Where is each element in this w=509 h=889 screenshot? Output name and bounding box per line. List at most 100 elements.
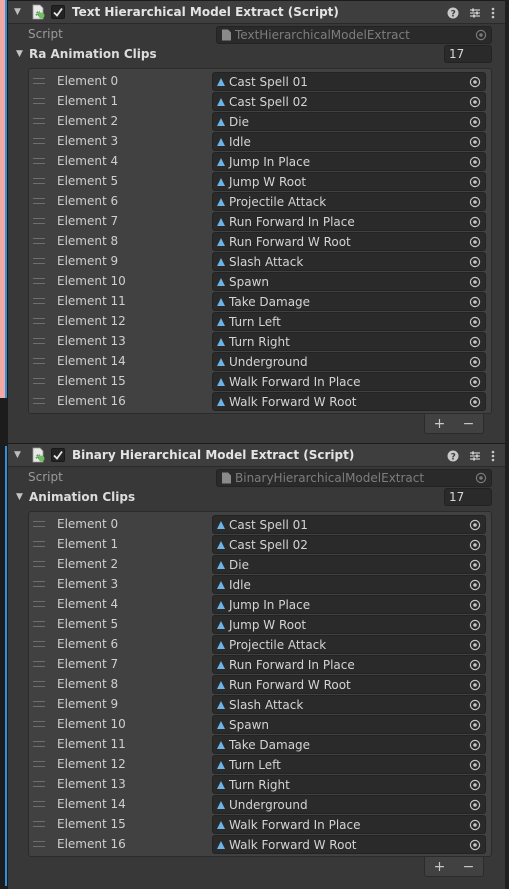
animation-clip-field[interactable]: Jump W Root <box>212 172 486 191</box>
object-picker-target-icon[interactable] <box>469 519 481 531</box>
object-picker-target-icon[interactable] <box>469 256 481 268</box>
animation-clip-field[interactable]: Cast Spell 01 <box>212 515 486 534</box>
object-picker-target-icon[interactable] <box>469 136 481 148</box>
animation-clip-field[interactable]: Cast Spell 01 <box>212 72 486 91</box>
drag-handle-icon[interactable] <box>33 318 45 324</box>
help-icon[interactable]: ? <box>447 7 459 19</box>
animation-clip-field[interactable]: Turn Right <box>212 332 486 351</box>
drag-handle-icon[interactable] <box>33 138 45 144</box>
drag-handle-icon[interactable] <box>33 641 45 647</box>
animation-clip-field[interactable]: Take Damage <box>212 292 486 311</box>
animation-clip-field[interactable]: Walk Forward W Root <box>212 835 486 854</box>
drag-handle-icon[interactable] <box>33 661 45 667</box>
remove-element-button[interactable]: − <box>463 416 475 432</box>
component-header[interactable]: ▼ # Binary Hierarchical Model Extract (Scr… <box>8 443 505 467</box>
object-picker-target-icon[interactable] <box>469 176 481 188</box>
script-field[interactable]: TextHierarchicalModelExtract <box>216 26 492 44</box>
presets-sliders-icon[interactable] <box>469 450 481 462</box>
animation-clip-field[interactable]: Run Forward W Root <box>212 232 486 251</box>
object-picker-target-icon[interactable] <box>469 779 481 791</box>
object-picker-target-icon[interactable] <box>469 356 481 368</box>
drag-handle-icon[interactable] <box>33 681 45 687</box>
animation-clip-field[interactable]: Walk Forward In Place <box>212 815 486 834</box>
object-picker-target-icon[interactable] <box>469 759 481 771</box>
drag-handle-icon[interactable] <box>33 701 45 707</box>
array-header[interactable]: ▼ Ra Animation Clips 17 <box>8 44 505 64</box>
drag-handle-icon[interactable] <box>33 521 45 527</box>
drag-handle-icon[interactable] <box>33 158 45 164</box>
animation-clip-field[interactable]: Turn Left <box>212 755 486 774</box>
animation-clip-field[interactable]: Underground <box>212 795 486 814</box>
component-header[interactable]: ▼ # Text Hierarchical Model Extract (Scrip… <box>8 0 505 24</box>
enabled-checkbox[interactable] <box>51 448 65 462</box>
object-picker-target-icon[interactable] <box>469 156 481 168</box>
animation-clip-field[interactable]: Cast Spell 02 <box>212 92 486 111</box>
kebab-menu-icon[interactable] <box>491 7 495 19</box>
object-picker-target-icon[interactable] <box>469 336 481 348</box>
object-picker-target-icon[interactable] <box>469 799 481 811</box>
drag-handle-icon[interactable] <box>33 721 45 727</box>
object-picker-target-icon[interactable] <box>469 639 481 651</box>
object-picker-target-icon[interactable] <box>469 539 481 551</box>
animation-clip-field[interactable]: Run Forward W Root <box>212 675 486 694</box>
animation-clip-field[interactable]: Turn Right <box>212 775 486 794</box>
object-picker-target-icon[interactable] <box>469 276 481 288</box>
object-picker-target-icon[interactable] <box>469 839 481 851</box>
object-picker-target-icon[interactable] <box>469 739 481 751</box>
animation-clip-field[interactable]: Spawn <box>212 272 486 291</box>
drag-handle-icon[interactable] <box>33 741 45 747</box>
animation-clip-field[interactable]: Turn Left <box>212 312 486 331</box>
drag-handle-icon[interactable] <box>33 581 45 587</box>
drag-handle-icon[interactable] <box>33 258 45 264</box>
drag-handle-icon[interactable] <box>33 358 45 364</box>
drag-handle-icon[interactable] <box>33 801 45 807</box>
presets-sliders-icon[interactable] <box>469 7 481 19</box>
foldout-arrow-icon[interactable]: ▼ <box>14 450 24 460</box>
object-picker-target-icon[interactable] <box>469 559 481 571</box>
object-picker-target-icon[interactable] <box>469 819 481 831</box>
drag-handle-icon[interactable] <box>33 601 45 607</box>
animation-clip-field[interactable]: Run Forward In Place <box>212 212 486 231</box>
drag-handle-icon[interactable] <box>33 98 45 104</box>
scrollbar[interactable] <box>505 0 509 889</box>
help-icon[interactable]: ? <box>447 450 459 462</box>
object-picker-target-icon[interactable] <box>475 29 487 41</box>
drag-handle-icon[interactable] <box>33 278 45 284</box>
animation-clip-field[interactable]: Spawn <box>212 715 486 734</box>
drag-handle-icon[interactable] <box>33 238 45 244</box>
object-picker-target-icon[interactable] <box>469 116 481 128</box>
drag-handle-icon[interactable] <box>33 378 45 384</box>
object-picker-target-icon[interactable] <box>469 316 481 328</box>
object-picker-target-icon[interactable] <box>469 396 481 408</box>
object-picker-target-icon[interactable] <box>469 679 481 691</box>
object-picker-target-icon[interactable] <box>469 296 481 308</box>
animation-clip-field[interactable]: Walk Forward W Root <box>212 392 486 411</box>
animation-clip-field[interactable]: Underground <box>212 352 486 371</box>
animation-clip-field[interactable]: Take Damage <box>212 735 486 754</box>
foldout-arrow-icon[interactable]: ▼ <box>14 7 24 17</box>
drag-handle-icon[interactable] <box>33 78 45 84</box>
add-element-button[interactable]: + <box>434 859 446 875</box>
object-picker-target-icon[interactable] <box>469 659 481 671</box>
animation-clip-field[interactable]: Slash Attack <box>212 695 486 714</box>
drag-handle-icon[interactable] <box>33 198 45 204</box>
object-picker-target-icon[interactable] <box>469 216 481 228</box>
drag-handle-icon[interactable] <box>33 338 45 344</box>
kebab-menu-icon[interactable] <box>491 450 495 462</box>
animation-clip-field[interactable]: Projectile Attack <box>212 635 486 654</box>
remove-element-button[interactable]: − <box>463 859 475 875</box>
drag-handle-icon[interactable] <box>33 761 45 767</box>
drag-handle-icon[interactable] <box>33 398 45 404</box>
animation-clip-field[interactable]: Run Forward In Place <box>212 655 486 674</box>
animation-clip-field[interactable]: Jump In Place <box>212 595 486 614</box>
object-picker-target-icon[interactable] <box>469 699 481 711</box>
foldout-arrow-icon[interactable]: ▼ <box>16 492 23 502</box>
animation-clip-field[interactable]: Jump In Place <box>212 152 486 171</box>
drag-handle-icon[interactable] <box>33 118 45 124</box>
animation-clip-field[interactable]: Slash Attack <box>212 252 486 271</box>
object-picker-target-icon[interactable] <box>469 96 481 108</box>
object-picker-target-icon[interactable] <box>469 619 481 631</box>
array-size-field[interactable]: 17 <box>444 45 492 63</box>
array-size-field[interactable]: 17 <box>444 488 492 506</box>
animation-clip-field[interactable]: Jump W Root <box>212 615 486 634</box>
